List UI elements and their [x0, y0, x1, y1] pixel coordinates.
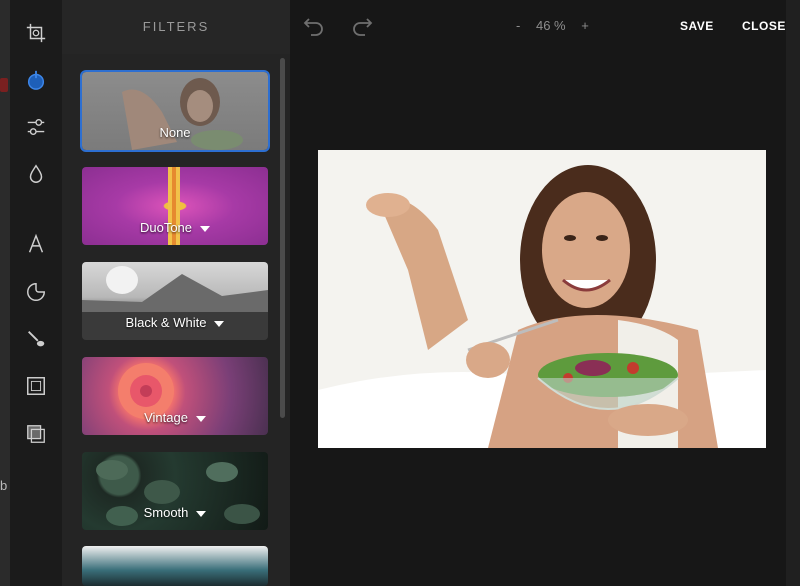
- brush-icon: [28, 331, 45, 347]
- crop-icon: [26, 23, 46, 43]
- redo-icon: [353, 18, 373, 36]
- overlay-icon: [27, 425, 45, 443]
- filter-tile-none[interactable]: None: [80, 70, 270, 152]
- editor-right-edge: [786, 0, 800, 586]
- crop-tool-button[interactable]: [20, 17, 52, 49]
- color-tool-button[interactable]: [20, 158, 52, 190]
- text-icon: [28, 233, 44, 253]
- dropdown-caret-icon[interactable]: [214, 320, 225, 327]
- filter-label: Smooth: [82, 505, 268, 520]
- panel-title: FILTERS: [62, 0, 290, 54]
- text-tool-button[interactable]: [20, 228, 52, 260]
- tool-rail: [10, 0, 62, 586]
- close-button[interactable]: CLOSE: [742, 19, 786, 33]
- filter-label: Black & White: [82, 315, 268, 330]
- host-text-fragment: b: [0, 478, 8, 493]
- redo-button[interactable]: [350, 14, 374, 38]
- dropdown-caret-icon[interactable]: [200, 225, 211, 232]
- dropdown-caret-icon[interactable]: [195, 415, 206, 422]
- adjust-tool-button[interactable]: [20, 111, 52, 143]
- editor-area: - 46 % + SAVE CLOSE: [290, 0, 800, 586]
- frame-tool-button[interactable]: [20, 370, 52, 402]
- sticker-icon: [27, 283, 45, 301]
- adjust-sliders-icon: [27, 118, 45, 136]
- photo-canvas[interactable]: [318, 150, 766, 448]
- zoom-in-button[interactable]: +: [581, 18, 589, 33]
- filter-tile-duotone[interactable]: DuoTone: [82, 167, 268, 245]
- undo-icon: [303, 18, 323, 36]
- drop-icon: [29, 164, 43, 183]
- save-button[interactable]: SAVE: [680, 19, 714, 33]
- panel-scrollbar[interactable]: [280, 58, 285, 418]
- editor-toolbar: - 46 % + SAVE CLOSE: [290, 0, 800, 54]
- zoom-control: - 46 % +: [510, 18, 595, 33]
- host-page-edge: b: [0, 0, 10, 586]
- filter-label: DuoTone: [82, 220, 268, 235]
- overlay-tool-button[interactable]: [20, 418, 52, 450]
- filter-tool-button[interactable]: [20, 64, 52, 96]
- filter-label: None: [159, 125, 191, 140]
- frame-icon: [27, 377, 45, 395]
- host-mark: [0, 78, 8, 92]
- brush-tool-button[interactable]: [20, 323, 52, 355]
- filters-panel: FILTERS None DuoTone Black & White Vinta…: [62, 0, 290, 586]
- undo-button[interactable]: [302, 14, 326, 38]
- photo-image: [318, 150, 766, 448]
- dropdown-caret-icon[interactable]: [196, 510, 207, 517]
- filter-label: Vintage: [82, 410, 268, 425]
- filter-icon: [27, 70, 45, 90]
- zoom-out-button[interactable]: -: [516, 18, 520, 33]
- zoom-level: 46 %: [535, 18, 566, 33]
- filter-tile-black-white[interactable]: Black & White: [82, 262, 268, 340]
- filter-tile-smooth[interactable]: Smooth: [82, 452, 268, 530]
- sticker-tool-button[interactable]: [20, 276, 52, 308]
- filter-tile-vintage[interactable]: Vintage: [82, 357, 268, 435]
- filter-tile-partial[interactable]: [82, 546, 268, 586]
- photo-editor: b FILTERS None DuoTone Black & White Vin…: [0, 0, 800, 586]
